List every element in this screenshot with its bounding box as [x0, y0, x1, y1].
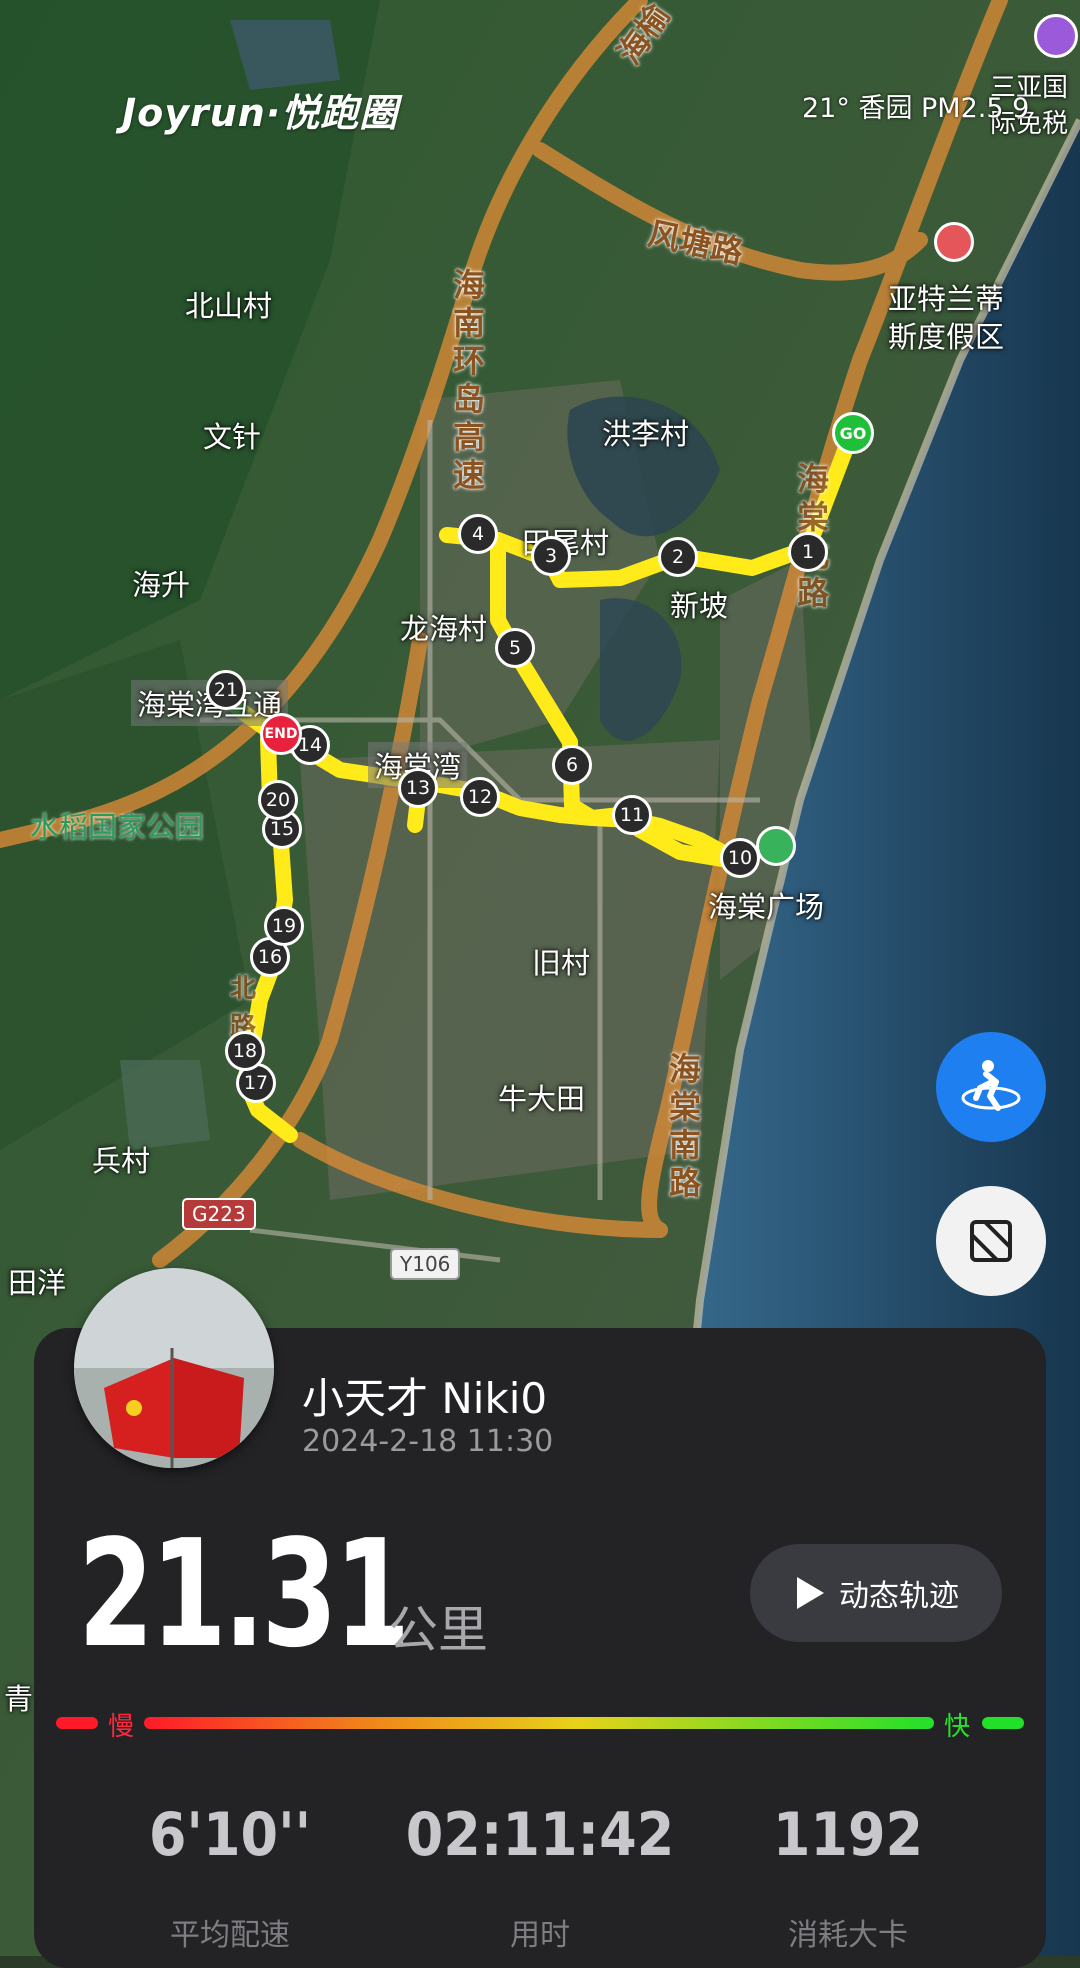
km-marker-1[interactable]: 1: [788, 532, 828, 572]
map-label-beishancun: 北山村: [185, 289, 273, 323]
km-marker-11[interactable]: 11: [612, 795, 652, 835]
km-marker-10[interactable]: 10: [720, 838, 760, 878]
km-marker-20[interactable]: 20: [258, 780, 298, 820]
runner-icon: [961, 1060, 1021, 1111]
road-label-haitang-south: 海棠南路: [668, 1050, 701, 1202]
end-marker[interactable]: END: [260, 713, 302, 755]
crop-frame-icon: [970, 1220, 1012, 1262]
shopping-pin-icon[interactable]: [1034, 14, 1078, 58]
map-label-haisheng: 海升: [132, 568, 191, 602]
map-label-haitang-plaza: 海棠广场: [708, 890, 825, 924]
runner-view-button[interactable]: [936, 1032, 1046, 1142]
speed-gradient-bar: [144, 1717, 934, 1729]
map-label-jiucun: 旧村: [532, 946, 591, 980]
map-label-atlantis: 亚特兰蒂斯度假区: [888, 282, 1005, 354]
park-pin-icon[interactable]: [756, 826, 796, 866]
distance-value: 21.31: [78, 1508, 410, 1680]
km-marker-5[interactable]: 5: [495, 628, 535, 668]
map-label-niudatian: 牛大田: [498, 1082, 586, 1116]
km-marker-2[interactable]: 2: [658, 537, 698, 577]
km-marker-12[interactable]: 12: [460, 777, 500, 817]
dynamic-track-button[interactable]: 动态轨迹: [750, 1544, 1002, 1642]
map-label-shuidao: 水稻国家公园: [30, 810, 205, 844]
dynamic-track-label: 动态轨迹: [839, 1579, 959, 1614]
map-label-tianyang: 田洋: [8, 1266, 67, 1300]
user-avatar[interactable]: [74, 1268, 274, 1468]
road-shield-g223: G223: [182, 1198, 256, 1230]
map-label-bingcun: 兵村: [92, 1144, 151, 1178]
weather-info: 21° 香园 PM2.5 9: [802, 93, 1030, 124]
resort-pin-icon[interactable]: [934, 222, 974, 262]
km-marker-19[interactable]: 19: [264, 906, 304, 946]
road-label-ring-express: 海南环岛高速: [452, 266, 485, 494]
avg-pace-value: 6'10'': [148, 1800, 312, 1870]
duration-label: 用时: [510, 1918, 570, 1953]
run-datetime: 2024-2-18 11:30: [302, 1424, 554, 1459]
start-marker[interactable]: GO: [832, 412, 874, 454]
km-marker-21[interactable]: 21: [206, 670, 246, 710]
speed-bar-slow-cap: [56, 1717, 98, 1729]
joyrun-logo: Joyrun·悦跑圈: [122, 91, 399, 135]
distance-unit: 公里: [388, 1601, 488, 1659]
map-label-xinpo: 新坡: [670, 589, 729, 623]
speed-fast-label: 快: [944, 1712, 971, 1742]
calories-label: 消耗大卡: [788, 1918, 908, 1953]
avg-pace-label: 平均配速: [170, 1918, 290, 1953]
km-marker-3[interactable]: 3: [531, 536, 571, 576]
user-name: 小天才 Niki0: [302, 1374, 548, 1423]
speed-slow-label: 慢: [108, 1712, 135, 1742]
map-label-hongli: 洪李村: [602, 417, 690, 451]
km-marker-18[interactable]: 18: [225, 1031, 265, 1071]
km-marker-13[interactable]: 13: [398, 768, 438, 808]
calories-value: 1192: [772, 1800, 924, 1870]
play-icon: [797, 1577, 824, 1609]
map-label-qing: 青: [4, 1682, 34, 1716]
map-label-longhai: 龙海村: [400, 612, 488, 646]
duration-value: 02:11:42: [405, 1800, 675, 1870]
map-label-wenzhen: 文针: [203, 420, 262, 454]
speed-bar-fast-cap: [982, 1717, 1024, 1729]
km-marker-4[interactable]: 4: [458, 514, 498, 554]
km-marker-6[interactable]: 6: [552, 745, 592, 785]
screenshot-frame-button[interactable]: [936, 1186, 1046, 1296]
road-shield-y106: Y106: [390, 1248, 461, 1280]
